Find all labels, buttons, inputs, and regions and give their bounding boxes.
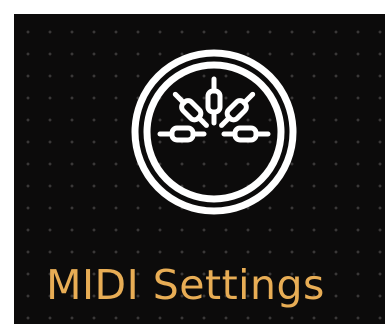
midi-pin — [205, 76, 223, 126]
midi-pin — [157, 125, 207, 143]
midi-settings-tile[interactable]: MIDI Settings — [14, 14, 385, 324]
midi-pin — [221, 125, 271, 143]
tile-title: MIDI Settings — [46, 261, 325, 309]
midi-din-connector-icon — [128, 46, 300, 218]
page: MIDI Settings — [0, 0, 385, 324]
midi-pin — [219, 91, 256, 128]
midi-pin — [172, 91, 209, 128]
